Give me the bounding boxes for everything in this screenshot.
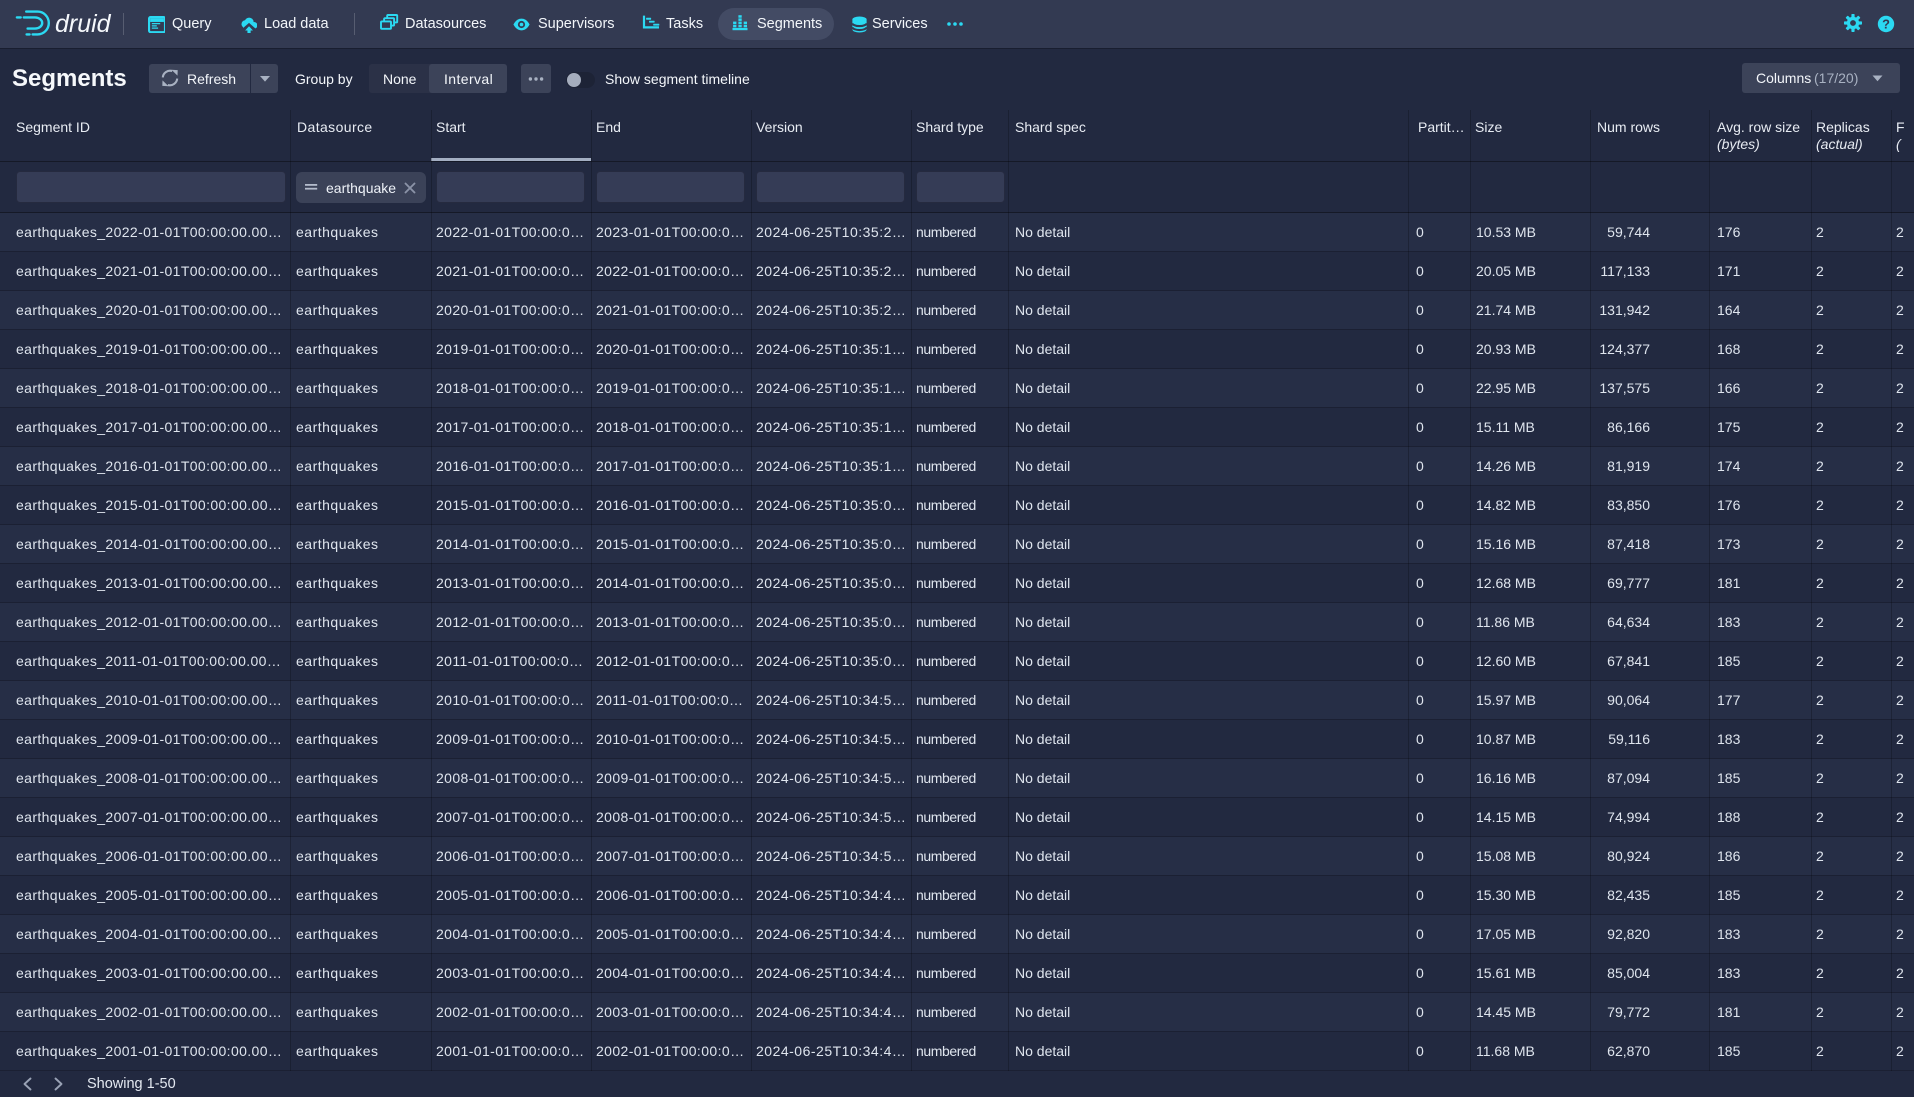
svg-text:?: ?: [1882, 16, 1890, 31]
